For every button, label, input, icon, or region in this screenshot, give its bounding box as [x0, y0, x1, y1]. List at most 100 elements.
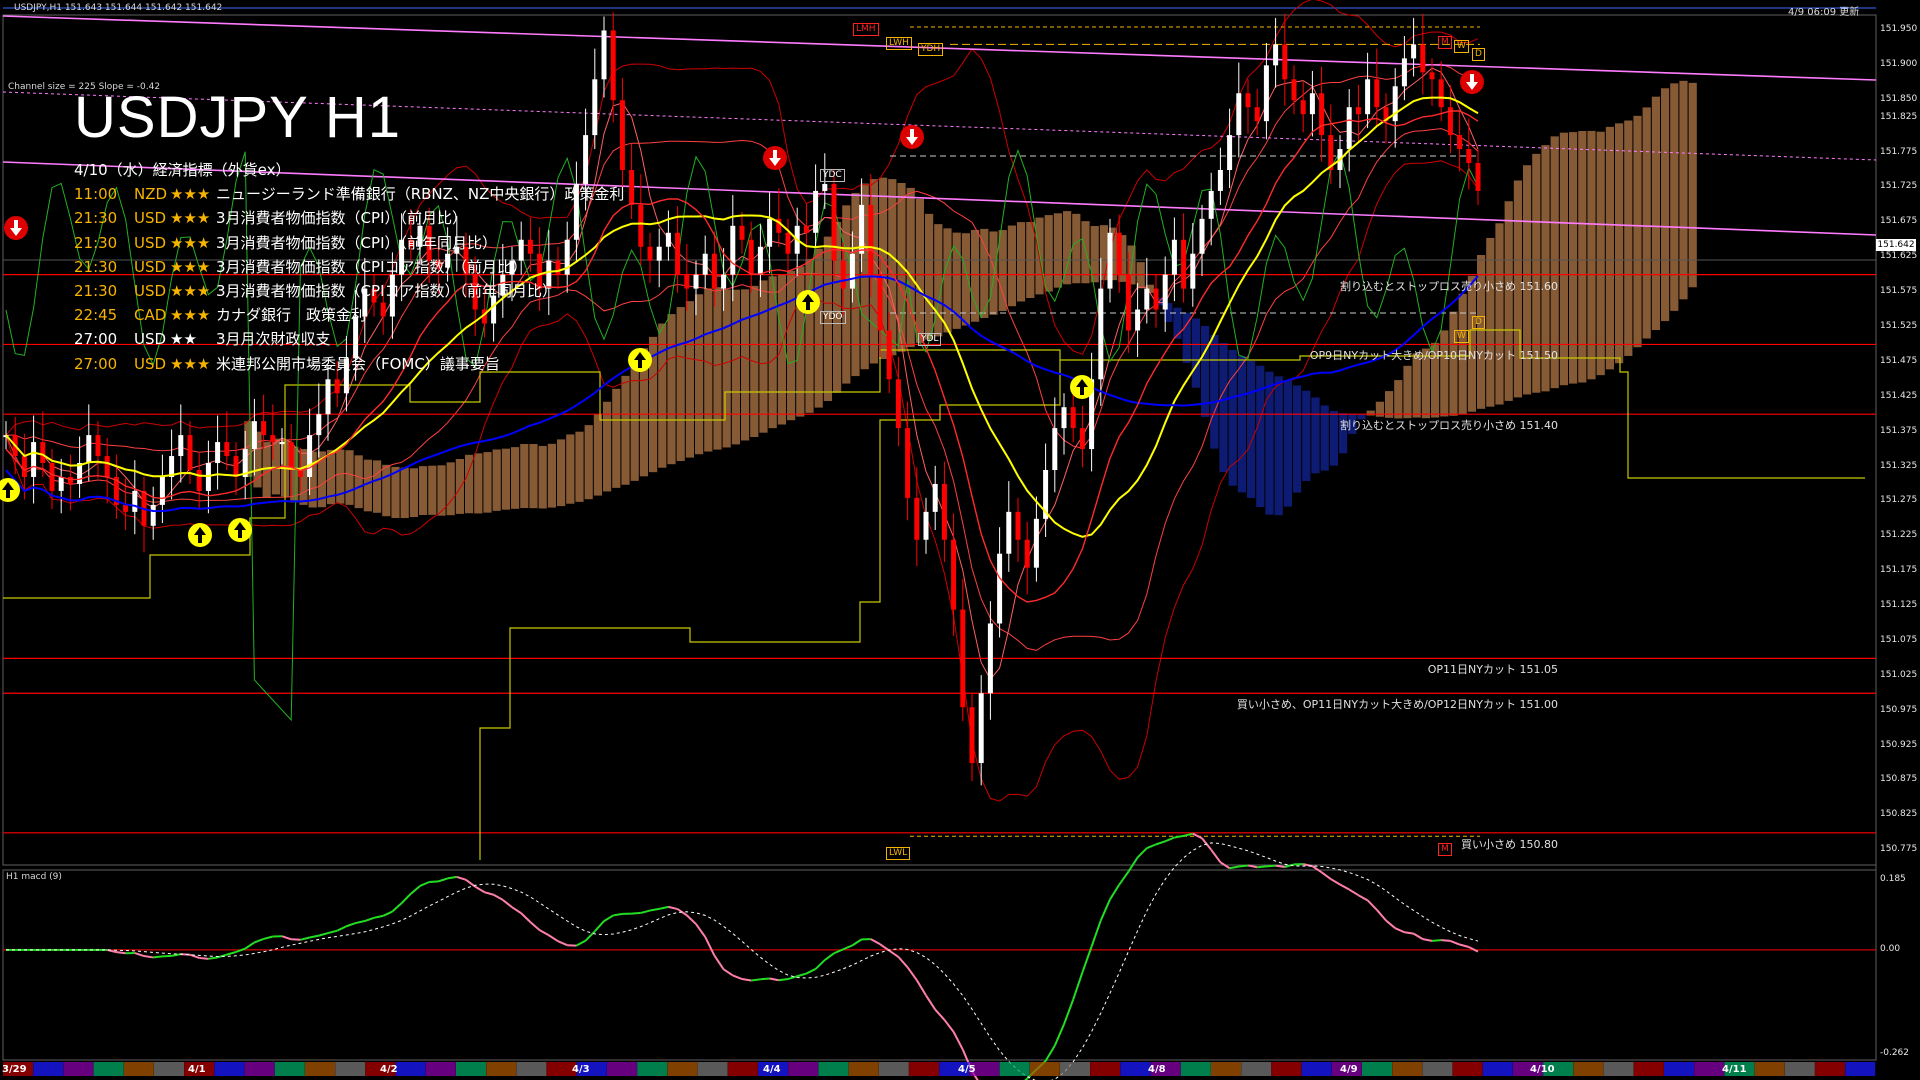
price-level-label: 買い小さめ、OP11日NYカット大きめ/OP12日NYカット 151.00 — [1236, 698, 1558, 712]
cloud-bar — [971, 229, 980, 322]
candle-body — [895, 379, 901, 429]
d-tag-bottom: D — [1472, 316, 1485, 329]
price-level-label: 割り込むとストップロス売り小さめ 151.60 — [1340, 279, 1558, 293]
cloud-bar — [1624, 120, 1633, 356]
candle-body — [1181, 239, 1187, 289]
macd-segment — [594, 920, 605, 932]
price-tick: 150.875 — [1880, 774, 1918, 785]
macd-segment — [824, 952, 835, 961]
events-heading: 4/10（水）経済指標（外貨ex） — [74, 161, 291, 179]
event-time: 21:30 — [74, 209, 118, 228]
event-currency: USD — [134, 354, 167, 373]
cloud-bar — [1256, 365, 1265, 508]
event-row: 21:30 USD ★★★ 3月消費者物価指数（CPIコア指数）（前年同月比） — [74, 279, 624, 303]
candle-body — [1309, 93, 1315, 115]
macd-segment — [382, 910, 393, 917]
event-row: 21:30 USD ★★★ 3月消費者物価指数（CPI）（前年同月比） — [74, 231, 624, 255]
cloud-bar — [658, 323, 667, 468]
candle-body — [31, 442, 37, 477]
lwl-tag: LWL — [886, 847, 911, 860]
macd-segment — [704, 936, 716, 957]
event-stars: ★★★ — [170, 306, 211, 325]
current-price-marker: 151.642 — [1876, 239, 1916, 252]
price-tick: 150.975 — [1880, 704, 1918, 715]
macd-segment — [1072, 972, 1084, 1000]
candle-body — [721, 274, 727, 289]
cloud-bar — [575, 431, 584, 502]
candle-body — [150, 504, 156, 526]
date-tick: 3/29 — [2, 1064, 27, 1075]
price-tick: 151.625 — [1880, 251, 1918, 262]
cloud-bar — [529, 443, 538, 509]
macd-segment — [474, 885, 485, 894]
date-bar-segment — [1060, 1062, 1090, 1076]
macd-segment — [695, 923, 707, 938]
date-bar-segment — [1815, 1062, 1845, 1076]
date-bar — [3, 1062, 1876, 1076]
date-bar-segment — [1211, 1062, 1241, 1076]
date-tick: 4/4 — [763, 1064, 781, 1075]
date-bar-segment — [1029, 1062, 1060, 1076]
price-tick: 151.525 — [1880, 320, 1918, 331]
macd-segment — [208, 956, 218, 960]
candle-body — [693, 274, 699, 289]
candle-body — [187, 435, 193, 470]
macd-segment — [493, 893, 504, 901]
macd-segment — [447, 875, 457, 880]
price-tick: 151.475 — [1880, 355, 1918, 366]
cloud-bar — [1394, 380, 1403, 419]
cloud-bar — [925, 213, 934, 340]
macd-segment — [934, 1008, 946, 1021]
macd-segment — [1441, 939, 1451, 942]
date-bar-segment — [999, 1062, 1030, 1076]
date-tick: 4/10 — [1530, 1064, 1555, 1075]
candle-body — [1319, 93, 1325, 136]
event-currency: NZD — [134, 185, 168, 204]
candle-body — [905, 428, 911, 498]
macd-segment — [1053, 1023, 1065, 1047]
macd-segment — [1357, 894, 1369, 902]
candle-body — [647, 246, 653, 261]
event-time: 27:00 — [74, 330, 118, 349]
candle-body — [969, 707, 975, 764]
date-bar-segment — [123, 1062, 154, 1076]
macd-segment — [1459, 943, 1470, 948]
macd-segment — [511, 906, 522, 915]
date-bar-segment — [788, 1062, 819, 1076]
macd-segment — [1321, 871, 1332, 880]
macd-segment — [419, 881, 430, 887]
cloud-bar — [1679, 80, 1688, 300]
macd-segment — [520, 912, 532, 923]
cloud-bar — [492, 449, 501, 511]
macd-tick: 0.185 — [1880, 874, 1906, 884]
candle-body — [914, 497, 920, 540]
macd-segment — [1238, 864, 1249, 868]
macd-segment — [640, 909, 651, 914]
date-bar-segment — [1090, 1062, 1121, 1076]
macd-segment — [539, 929, 550, 937]
cloud-bar — [1605, 126, 1614, 370]
cloud-bar — [520, 444, 529, 509]
cloud-bar — [354, 455, 363, 509]
macd-segment — [502, 899, 513, 908]
candle-body — [1079, 428, 1085, 450]
macd-segment — [796, 972, 807, 978]
macd-segment — [1266, 864, 1276, 868]
event-row: 27:00 USD ★★★ 米連邦公開市場委員会（FOMC）議事要旨 — [74, 352, 624, 376]
macd-signal-line — [6, 842, 1479, 1080]
cloud-bar — [814, 248, 823, 408]
cloud-bar — [1237, 355, 1246, 493]
ydl-tag: YDL — [918, 333, 942, 346]
macd-segment — [575, 939, 587, 947]
cloud-bar — [1559, 132, 1568, 386]
macd-segment — [1366, 899, 1378, 911]
candle-body — [868, 204, 874, 275]
cloud-bar — [1615, 123, 1624, 364]
date-bar-segment — [1452, 1062, 1483, 1076]
macd-segment — [327, 929, 338, 935]
candle-body — [1466, 149, 1472, 164]
cloud-bar — [483, 452, 492, 513]
event-row: 11:00 NZD ★★★ ニュージーランド準備銀行（RBNZ、NZ中央銀行）政策金利 — [74, 182, 624, 206]
cloud-bar — [943, 228, 952, 333]
cloud-bar — [676, 307, 685, 461]
